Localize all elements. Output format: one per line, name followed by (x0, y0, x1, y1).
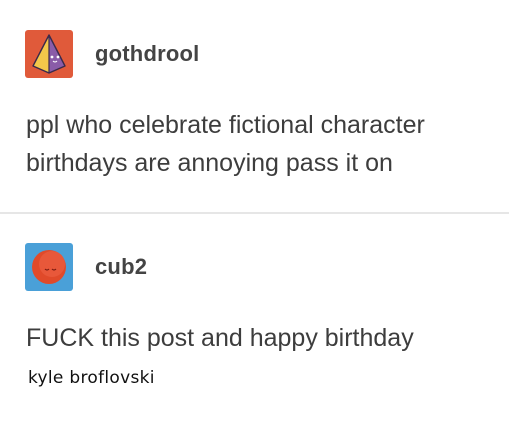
username[interactable]: gothdrool (95, 41, 199, 67)
pyramid-icon (25, 30, 73, 78)
post-divider (0, 212, 509, 214)
post-header: gothdrool (25, 30, 199, 78)
username[interactable]: cub2 (95, 254, 147, 280)
post-gothdrool: gothdrool ppl who celebrate fictional ch… (0, 0, 509, 212)
moon-face-icon (25, 243, 73, 291)
handwritten-caption: kyle broflovski (28, 368, 155, 388)
post-body: FUCK this post and happy birthday (26, 324, 414, 352)
post-header: cub2 (25, 243, 147, 291)
post-body: ppl who celebrate fictional character bi… (26, 111, 425, 177)
avatar[interactable] (25, 243, 73, 291)
post-cub2: cub2 FUCK this post and happy birthday k… (0, 215, 509, 445)
avatar[interactable] (25, 30, 73, 78)
